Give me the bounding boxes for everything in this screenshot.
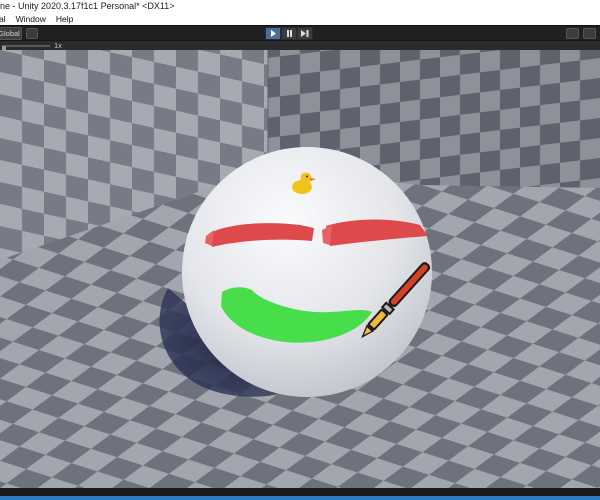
grid-snap-button[interactable] — [26, 28, 38, 39]
menu-item-window[interactable]: Window — [16, 13, 46, 25]
play-icon — [270, 30, 276, 37]
menu-item-help[interactable]: Help — [56, 13, 73, 25]
pause-icon — [286, 30, 292, 37]
collab-button[interactable] — [566, 28, 579, 39]
status-accent-bar — [0, 496, 600, 500]
game-viewport[interactable] — [0, 50, 600, 488]
step-icon — [301, 30, 309, 37]
menu-bar: al Window Help — [0, 13, 600, 25]
menu-item-terminal[interactable]: al — [0, 13, 6, 25]
global-toggle-button[interactable]: Global — [0, 27, 22, 40]
play-button[interactable] — [265, 27, 281, 40]
toolbar-right-group — [566, 28, 596, 39]
layers-button[interactable] — [583, 28, 596, 39]
step-button[interactable] — [297, 27, 313, 40]
scene-render — [0, 50, 600, 488]
window-title: ne - Unity 2020.3.17f1c1 Personal* <DX11… — [0, 1, 175, 11]
timescale-slider[interactable] — [2, 45, 50, 54]
main-toolbar: Global — [0, 25, 600, 40]
title-bar: ne - Unity 2020.3.17f1c1 Personal* <DX11… — [0, 0, 600, 13]
pause-button[interactable] — [281, 27, 297, 40]
play-controls — [265, 27, 313, 40]
status-bar — [0, 488, 600, 500]
